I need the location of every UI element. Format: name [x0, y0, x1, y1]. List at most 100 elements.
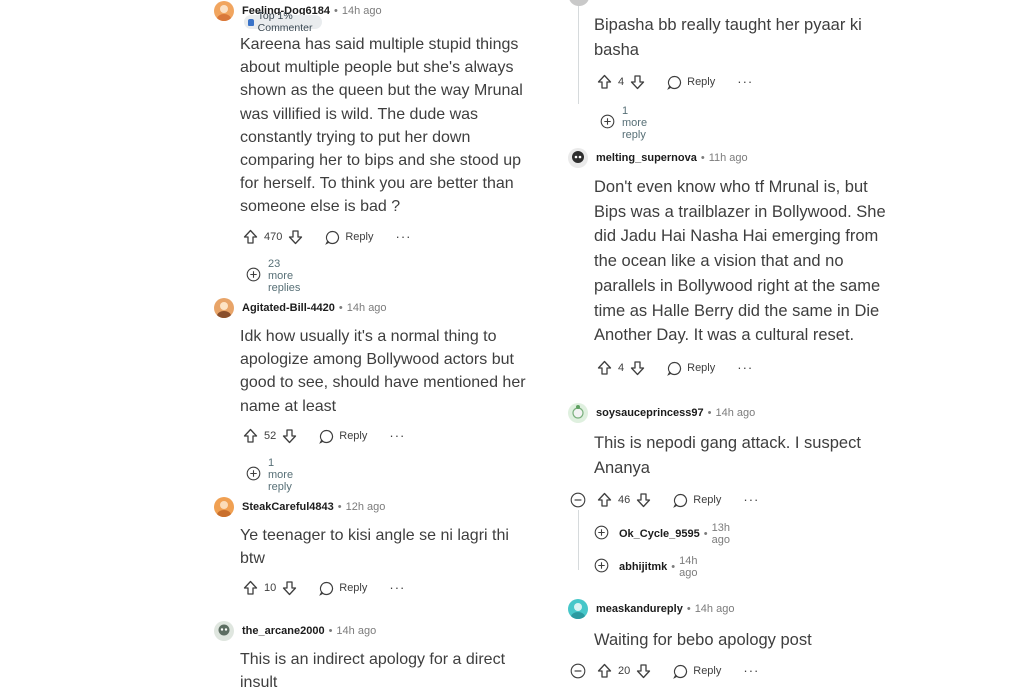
reply-label: Reply: [345, 231, 374, 243]
comment-actions: 470 Reply ···: [243, 229, 411, 245]
vote-count: 10: [264, 582, 277, 594]
timestamp[interactable]: 12h ago: [346, 501, 386, 513]
upvote-icon[interactable]: [597, 74, 612, 90]
expand-plus-icon[interactable]: [594, 525, 609, 543]
overflow-dots-icon[interactable]: ···: [737, 75, 753, 88]
overflow-dots-icon[interactable]: ···: [743, 493, 759, 506]
separator-dot: •: [707, 407, 712, 419]
expand-plus-icon[interactable]: [246, 267, 261, 285]
more-replies-link[interactable]: 1 more reply: [600, 105, 647, 141]
comment-actions: 46 Reply ···: [597, 492, 759, 508]
downvote-icon[interactable]: [630, 74, 645, 90]
downvote-icon[interactable]: [288, 229, 303, 245]
timestamp[interactable]: 14h ago: [716, 407, 756, 419]
avatar-icon[interactable]: [568, 599, 588, 619]
upvote-icon[interactable]: [597, 360, 612, 376]
username[interactable]: measkandureply: [596, 603, 683, 615]
downvote-icon[interactable]: [636, 492, 651, 508]
username[interactable]: soysauceprincess97: [596, 407, 704, 419]
timestamp[interactable]: 11h ago: [709, 152, 748, 164]
username[interactable]: Ok_Cycle_9595: [619, 528, 700, 540]
username[interactable]: abhijitmk: [619, 561, 667, 573]
timestamp[interactable]: 14h ago: [342, 5, 382, 17]
vote-count: 20: [618, 665, 631, 677]
comment-body: This is an indirect apology for a direct…: [240, 651, 506, 692]
timestamp[interactable]: 14h ago: [695, 603, 735, 615]
upvote-icon[interactable]: [243, 428, 258, 444]
vote-control: 46: [597, 492, 651, 508]
timestamp[interactable]: 14h ago: [679, 555, 697, 579]
reply-button[interactable]: Reply: [673, 493, 721, 508]
expand-plus-icon[interactable]: [600, 114, 615, 132]
vote-count: 4: [618, 76, 625, 88]
overflow-dots-icon[interactable]: ···: [737, 361, 753, 374]
vote-control: 4: [597, 360, 645, 376]
avatar-icon[interactable]: [214, 298, 234, 318]
flair-badge: Top 1% Commenter: [244, 10, 322, 34]
reply-bubble-icon: [325, 230, 340, 245]
reply-bubble-icon: [673, 493, 688, 508]
avatar-icon[interactable]: [214, 497, 234, 517]
comment-meta: Agitated-Bill-4420 • 14h ago: [214, 298, 387, 318]
reply-button[interactable]: Reply: [319, 581, 367, 596]
expand-plus-icon[interactable]: [594, 558, 609, 576]
reply-label: Reply: [687, 76, 716, 88]
upvote-icon[interactable]: [243, 229, 258, 245]
timestamp[interactable]: 13h ago: [712, 522, 730, 546]
username[interactable]: melting_supernova: [596, 152, 697, 164]
timestamp[interactable]: 14h ago: [336, 625, 376, 637]
reply-button[interactable]: Reply: [325, 230, 373, 245]
avatar-icon[interactable]: [568, 148, 588, 168]
collapsed-reply[interactable]: abhijitmk • 14h ago: [594, 555, 698, 579]
avatar-icon[interactable]: [568, 403, 588, 423]
downvote-icon[interactable]: [636, 663, 651, 679]
username[interactable]: the_arcane2000: [242, 625, 325, 637]
more-replies-link[interactable]: 1 more reply: [246, 457, 293, 493]
timestamp[interactable]: 14h ago: [347, 302, 387, 314]
downvote-icon[interactable]: [630, 360, 645, 376]
comment-body: Don't even know who tf Mrunal is, but Bi…: [594, 178, 886, 345]
comment-actions: 4 Reply ···: [597, 360, 753, 376]
reply-bubble-icon: [667, 361, 682, 376]
expand-plus-icon[interactable]: [246, 466, 261, 484]
avatar-icon[interactable]: [214, 1, 234, 21]
overflow-dots-icon[interactable]: ···: [743, 664, 759, 677]
overflow-dots-icon[interactable]: ···: [395, 230, 411, 243]
comment-body: Kareena has said multiple stupid things …: [240, 36, 523, 216]
comment-meta: melting_supernova • 11h ago: [568, 148, 748, 168]
separator-dot: •: [337, 501, 342, 513]
downvote-icon[interactable]: [282, 428, 297, 444]
comment-meta: soysauceprincess97 • 14h ago: [568, 403, 755, 423]
upvote-icon[interactable]: [243, 580, 258, 596]
comment-actions: 4 Reply ···: [597, 74, 753, 90]
reply-button[interactable]: Reply: [319, 429, 367, 444]
more-replies-label: 1 more reply: [268, 457, 294, 493]
vote-control: 10: [243, 580, 297, 596]
reply-button[interactable]: Reply: [667, 361, 715, 376]
reply-bubble-icon: [673, 664, 688, 679]
collapsed-reply[interactable]: Ok_Cycle_9595 • 13h ago: [594, 522, 730, 546]
upvote-icon[interactable]: [597, 492, 612, 508]
more-replies-link[interactable]: 23 more replies: [246, 258, 300, 294]
avatar-icon[interactable]: [569, 0, 589, 6]
downvote-icon[interactable]: [282, 580, 297, 596]
vote-count: 52: [264, 430, 277, 442]
collapse-minus-icon[interactable]: [570, 663, 586, 684]
comment-actions: 52 Reply ···: [243, 428, 405, 444]
upvote-icon[interactable]: [597, 663, 612, 679]
flair-icon: [248, 18, 254, 26]
separator-dot: •: [334, 5, 338, 17]
overflow-dots-icon[interactable]: ···: [389, 581, 405, 594]
overflow-dots-icon[interactable]: ···: [389, 429, 405, 442]
username[interactable]: SteakCareful4843: [242, 501, 334, 513]
reply-button[interactable]: Reply: [673, 664, 721, 679]
separator-dot: •: [338, 302, 343, 314]
avatar-icon[interactable]: [214, 621, 234, 641]
reply-bubble-icon: [319, 581, 334, 596]
username[interactable]: Agitated-Bill-4420: [242, 302, 335, 314]
reply-button[interactable]: Reply: [667, 75, 715, 90]
comment-meta: SteakCareful4843 • 12h ago: [214, 497, 385, 517]
reply-bubble-icon: [319, 429, 334, 444]
comment-body: Waiting for bebo apology post: [594, 631, 812, 649]
flair-label: Top 1% Commenter: [257, 10, 313, 34]
